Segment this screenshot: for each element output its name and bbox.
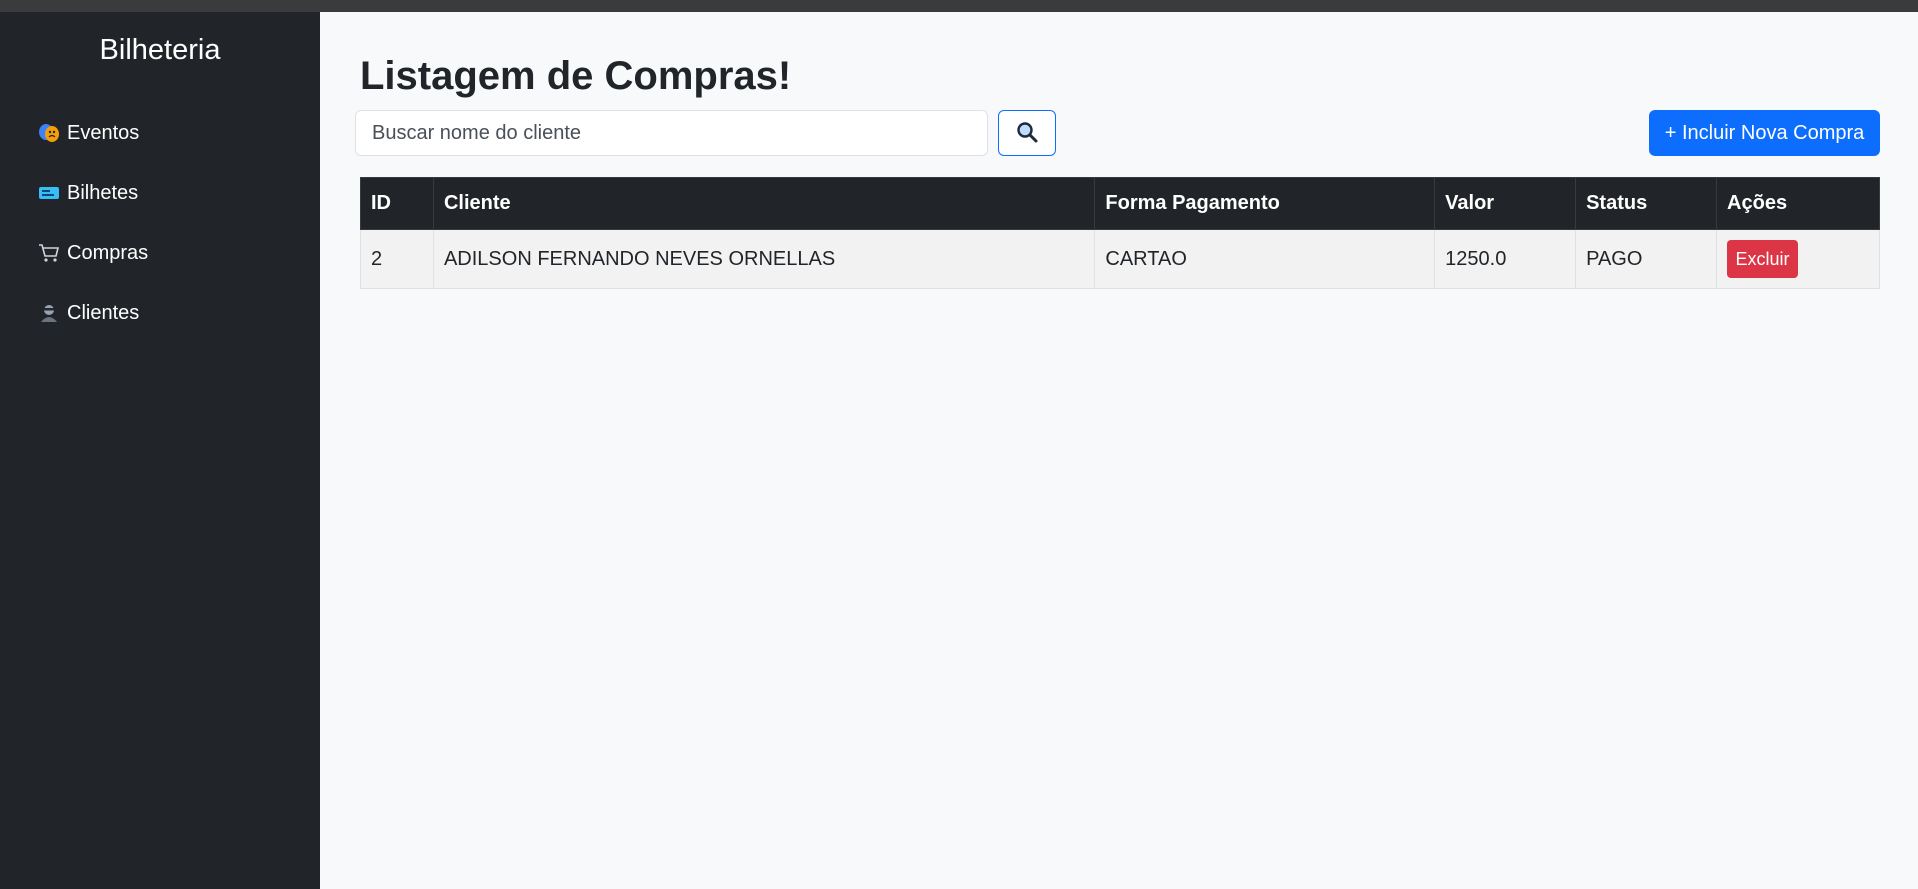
sidebar-item-label: Clientes bbox=[67, 301, 140, 324]
sidebar-item-clientes[interactable]: Clientes bbox=[37, 295, 139, 331]
sidebar: Bilheteria Eventos Bilhetes Compras Clie… bbox=[0, 12, 320, 889]
table-header-row: ID Cliente Forma Pagamento Valor Status … bbox=[360, 177, 1880, 230]
browser-top-bar bbox=[0, 0, 1918, 12]
ticket-icon bbox=[37, 181, 61, 205]
sidebar-item-eventos[interactable]: Eventos bbox=[37, 115, 139, 151]
delete-button[interactable]: Excluir bbox=[1727, 240, 1799, 278]
sidebar-item-label: Compras bbox=[67, 241, 149, 264]
search-button[interactable] bbox=[998, 110, 1056, 156]
person-icon bbox=[37, 301, 61, 325]
cell-forma-pagamento: CARTAO bbox=[1094, 229, 1436, 289]
theater-masks-icon bbox=[37, 121, 61, 145]
sidebar-item-label: Bilhetes bbox=[67, 181, 139, 204]
main-content: Listagem de Compras! + Incluir Nova Comp… bbox=[320, 12, 1918, 889]
cell-cliente: ADILSON FERNANDO NEVES ORNELLAS bbox=[432, 229, 1096, 289]
column-header-valor: Valor bbox=[1434, 177, 1577, 230]
sidebar-item-label: Eventos bbox=[67, 121, 140, 144]
cell-status: PAGO bbox=[1575, 229, 1718, 289]
page-title: Listagem de Compras! bbox=[360, 54, 792, 98]
add-purchase-button[interactable]: + Incluir Nova Compra bbox=[1649, 110, 1880, 156]
column-header-forma-pagamento: Forma Pagamento bbox=[1094, 177, 1436, 230]
column-header-id: ID bbox=[360, 177, 434, 230]
column-header-status: Status bbox=[1575, 177, 1718, 230]
cell-actions: Excluir bbox=[1716, 229, 1880, 289]
purchases-table: ID Cliente Forma Pagamento Valor Status … bbox=[360, 177, 1880, 289]
column-header-cliente: Cliente bbox=[432, 177, 1096, 230]
table-row: 2 ADILSON FERNANDO NEVES ORNELLAS CARTAO… bbox=[360, 229, 1880, 289]
column-header-acoes: Ações bbox=[1716, 177, 1880, 230]
cell-valor: 1250.0 bbox=[1434, 229, 1577, 289]
sidebar-item-bilhetes[interactable]: Bilhetes bbox=[37, 175, 138, 211]
brand-title: Bilheteria bbox=[99, 34, 221, 66]
search-input[interactable] bbox=[355, 110, 988, 156]
shopping-cart-icon bbox=[37, 241, 61, 265]
cell-id: 2 bbox=[360, 229, 434, 289]
sidebar-item-compras[interactable]: Compras bbox=[37, 235, 148, 271]
search-icon bbox=[1015, 120, 1039, 147]
